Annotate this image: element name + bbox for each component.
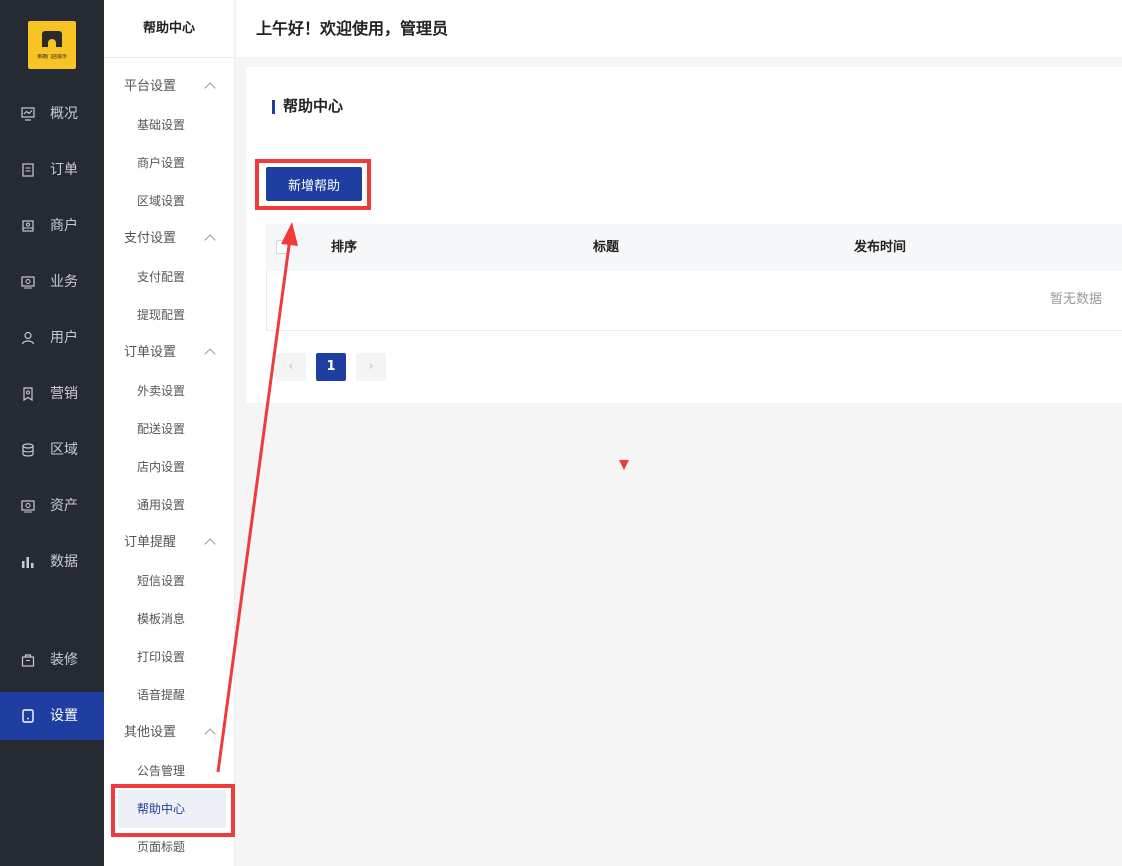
- select-all-checkbox[interactable]: [276, 240, 290, 254]
- chart-board-icon: [21, 107, 35, 121]
- column-header-order[interactable]: 排序: [331, 238, 357, 258]
- sub-sidebar: 帮助中心 平台设置 基础设置 商户设置 区域设置 支付设置 支付配置 提现配置 …: [104, 0, 235, 866]
- group-order-reminder[interactable]: 订单提醒: [124, 533, 176, 553]
- nav-label: 资产: [50, 498, 78, 514]
- nav-label: 区域: [50, 442, 78, 458]
- sub-item-payment-config[interactable]: 支付配置: [137, 268, 185, 286]
- group-other-settings[interactable]: 其他设置: [124, 723, 176, 743]
- greeting-text: 上午好！欢迎使用，管理员: [256, 19, 449, 38]
- nav-label: 设置: [50, 708, 78, 724]
- sub-item-print-settings[interactable]: 打印设置: [137, 648, 185, 666]
- group-order-settings[interactable]: 订单设置: [124, 343, 176, 363]
- briefcase-icon: [21, 276, 35, 289]
- column-header-title[interactable]: 标题: [593, 238, 619, 258]
- nav-label: 订单: [50, 162, 78, 178]
- pagination-prev-button[interactable]: ‹: [276, 353, 306, 381]
- nav-item-merchants[interactable]: 商户: [0, 202, 104, 250]
- nav-item-data[interactable]: 数据: [0, 538, 104, 586]
- wallet-icon: [21, 500, 35, 513]
- store-icon: [22, 220, 34, 232]
- store-icon: [42, 31, 62, 47]
- nav-item-orders[interactable]: 订单: [0, 146, 104, 194]
- nav-item-marketing[interactable]: 营销: [0, 370, 104, 418]
- main-sidebar: 果蔬门店展示 概况 订单 商户 业务 用户 营销 区域 资产 数据 装修 设置: [0, 0, 104, 866]
- bar-chart-icon: [22, 557, 34, 568]
- nav-label: 商户: [50, 218, 78, 234]
- nav-label: 营销: [50, 386, 78, 402]
- logo-text: 果蔬门店展示: [36, 54, 67, 60]
- pagination-page-1[interactable]: 1: [316, 353, 346, 381]
- sub-sidebar-title: 帮助中心: [104, 0, 234, 58]
- sub-item-general-settings[interactable]: 通用设置: [137, 496, 185, 514]
- tablet-icon: [22, 709, 34, 723]
- nav-item-settings[interactable]: 设置: [0, 692, 104, 740]
- nav-item-assets[interactable]: 资产: [0, 482, 104, 530]
- highlight-box-help-center: [111, 784, 235, 837]
- nav-item-decoration[interactable]: 装修: [0, 636, 104, 684]
- nav-label: 业务: [50, 274, 78, 290]
- sub-item-template-message[interactable]: 模板消息: [137, 610, 185, 628]
- chevron-up-icon[interactable]: [204, 728, 216, 740]
- sub-item-delivery-settings[interactable]: 配送设置: [137, 420, 185, 438]
- nav-label: 用户: [50, 330, 78, 346]
- tag-icon: [23, 387, 33, 401]
- nav-item-users[interactable]: 用户: [0, 314, 104, 362]
- page-title: 帮助中心: [272, 96, 343, 116]
- table-body: 暂无数据: [266, 271, 1122, 331]
- database-icon: [22, 443, 34, 457]
- empty-placeholder: 暂无数据: [1050, 292, 1103, 307]
- chevron-up-icon[interactable]: [204, 82, 216, 94]
- sub-item-sms-settings[interactable]: 短信设置: [137, 572, 185, 590]
- chevron-up-icon[interactable]: [204, 234, 216, 246]
- content-card: 帮助中心 新增帮助 排序 标题 发布时间 暂无数据 ‹ 1 ›: [246, 67, 1122, 403]
- sub-item-voice-reminder[interactable]: 语音提醒: [137, 686, 185, 704]
- sub-item-merchant-settings[interactable]: 商户设置: [137, 154, 185, 172]
- sub-item-dinein-settings[interactable]: 店内设置: [137, 458, 185, 476]
- nav-label: 装修: [50, 652, 78, 668]
- bag-icon: [21, 654, 35, 667]
- app-logo[interactable]: 果蔬门店展示: [28, 21, 76, 69]
- nav-item-overview[interactable]: 概况: [0, 90, 104, 138]
- document-icon: [22, 163, 34, 177]
- table-header: 排序 标题 发布时间: [266, 224, 1122, 271]
- chevron-up-icon[interactable]: [204, 348, 216, 360]
- sub-item-withdraw-config[interactable]: 提现配置: [137, 306, 185, 324]
- sub-item-takeout-settings[interactable]: 外卖设置: [137, 382, 185, 400]
- nav-label: 概况: [50, 106, 78, 122]
- group-payment-settings[interactable]: 支付设置: [124, 229, 176, 249]
- chevron-up-icon[interactable]: [204, 538, 216, 550]
- sub-item-basic-settings[interactable]: 基础设置: [137, 116, 185, 134]
- group-platform-settings[interactable]: 平台设置: [124, 77, 176, 97]
- nav-item-region[interactable]: 区域: [0, 426, 104, 474]
- sub-item-region-settings[interactable]: 区域设置: [137, 192, 185, 210]
- column-header-publish-time[interactable]: 发布时间: [854, 238, 906, 258]
- header-bar: 上午好！欢迎使用，管理员: [236, 0, 1122, 57]
- sub-item-page-title[interactable]: 页面标题: [137, 838, 185, 856]
- highlight-box-add-button: [255, 159, 371, 210]
- nav-item-business[interactable]: 业务: [0, 258, 104, 306]
- nav-label: 数据: [50, 554, 78, 570]
- user-icon: [21, 331, 35, 345]
- pagination-next-button[interactable]: ›: [356, 353, 386, 381]
- sub-item-announcement[interactable]: 公告管理: [137, 762, 185, 780]
